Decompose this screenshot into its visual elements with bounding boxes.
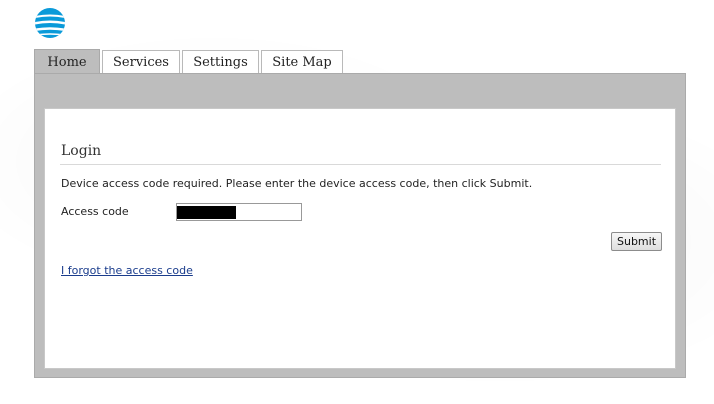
- instructions-text: Device access code required. Please ente…: [61, 177, 533, 190]
- access-code-input[interactable]: [176, 203, 302, 221]
- tab-home[interactable]: Home: [34, 49, 100, 74]
- login-panel: Login Device access code required. Pleas…: [44, 108, 676, 369]
- access-code-label: Access code: [61, 205, 129, 218]
- tab-services[interactable]: Services: [102, 50, 180, 74]
- login-title: Login: [61, 143, 102, 159]
- redaction-block: [177, 206, 236, 219]
- content-frame: Login Device access code required. Pleas…: [34, 73, 686, 378]
- forgot-access-code-link[interactable]: I forgot the access code: [61, 264, 193, 277]
- submit-button[interactable]: Submit: [611, 232, 662, 251]
- nav-tabs: Home Services Settings Site Map: [34, 49, 345, 74]
- att-globe-icon[interactable]: [34, 7, 66, 39]
- tab-settings[interactable]: Settings: [182, 50, 259, 74]
- divider: [60, 164, 661, 165]
- tab-site-map[interactable]: Site Map: [261, 50, 343, 74]
